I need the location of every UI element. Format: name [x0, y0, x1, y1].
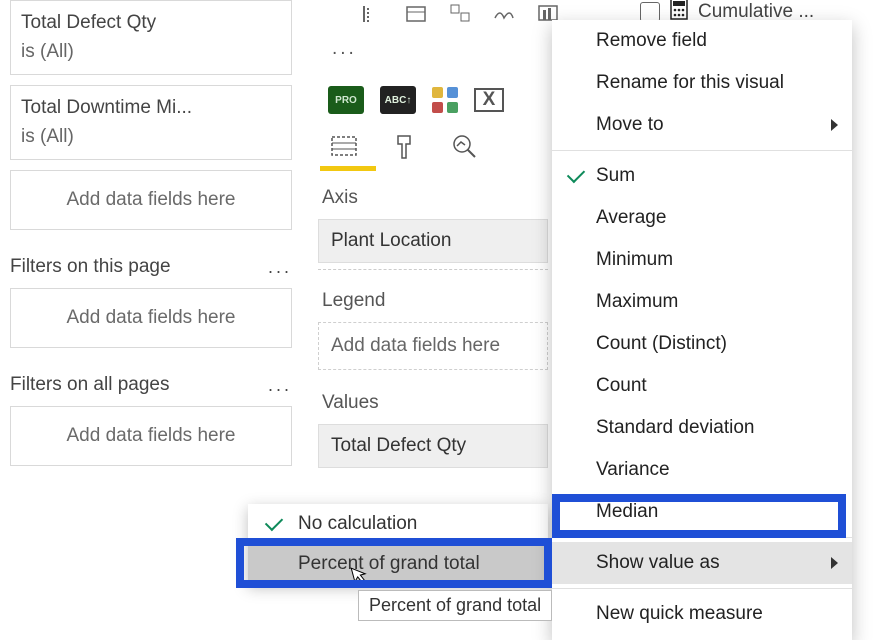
menu-item-average[interactable]: Average: [552, 197, 852, 239]
viz-icon[interactable]: [492, 2, 516, 32]
chevron-right-icon: [831, 119, 838, 131]
menu-item-variance[interactable]: Variance: [552, 449, 852, 491]
viz-icon[interactable]: [360, 2, 384, 32]
fields-tab-icon[interactable]: [328, 130, 360, 162]
analytics-tab-icon[interactable]: [448, 130, 480, 162]
legend-well-label: Legend: [318, 284, 548, 322]
menu-item-count-distinct[interactable]: Count (Distinct): [552, 323, 852, 365]
show-value-as-submenu: No calculation Percent of grand total: [248, 504, 548, 584]
menu-item-label: Show value as: [596, 552, 720, 574]
format-tab-icon[interactable]: [388, 130, 420, 162]
values-well-label: Values: [318, 386, 548, 424]
custom-visuals-row: PRO ABC↑ X: [318, 60, 548, 124]
filter-card-condition: is (All): [21, 123, 281, 152]
visual-tabs: [318, 124, 548, 162]
filters-page-header: Filters on this page ...: [10, 256, 292, 278]
custom-visual-squares[interactable]: [432, 87, 458, 113]
filters-allpages-dropzone[interactable]: Add data fields here: [10, 406, 292, 466]
filters-allpages-label: Filters on all pages: [10, 374, 169, 396]
filters-page-more-icon[interactable]: ...: [268, 257, 292, 278]
viz-toolbar: [318, 0, 548, 38]
checkbox-icon[interactable]: [640, 2, 660, 22]
menu-item-new-quick-measure[interactable]: New quick measure: [552, 593, 852, 635]
filter-card-downtime[interactable]: Total Downtime Mi... is (All): [10, 85, 292, 160]
filter-card-title: Total Defect Qty: [21, 9, 281, 38]
filter-card-condition: is (All): [21, 38, 281, 67]
filters-allpages-header: Filters on all pages ...: [10, 374, 292, 396]
active-tab-underline: [320, 166, 376, 171]
viz-icon[interactable]: [448, 2, 472, 32]
menu-item-count[interactable]: Count: [552, 365, 852, 407]
menu-separator: [552, 537, 852, 538]
menu-separator: [552, 588, 852, 589]
menu-item-stddev[interactable]: Standard deviation: [552, 407, 852, 449]
menu-separator: [552, 150, 852, 151]
chevron-right-icon: [831, 557, 838, 569]
custom-visual-abc[interactable]: ABC↑: [380, 86, 416, 114]
axis-drop-divider: [318, 269, 548, 270]
menu-item-maximum[interactable]: Maximum: [552, 281, 852, 323]
filter-card-title: Total Downtime Mi...: [21, 94, 281, 123]
menu-item-label: Move to: [596, 114, 664, 136]
menu-item-remove-field[interactable]: Remove field: [552, 20, 852, 62]
filters-page-dropzone[interactable]: Add data fields here: [10, 288, 292, 348]
custom-visual-pro[interactable]: PRO: [328, 86, 364, 114]
menu-item-move-to[interactable]: Move to: [552, 104, 852, 146]
filter-card-defect-qty[interactable]: Total Defect Qty is (All): [10, 0, 292, 75]
custom-visual-remove[interactable]: X: [474, 88, 504, 112]
filters-page-label: Filters on this page: [10, 256, 171, 278]
menu-item-minimum[interactable]: Minimum: [552, 239, 852, 281]
menu-item-sum[interactable]: Sum: [552, 155, 852, 197]
axis-field-plant-location[interactable]: Plant Location: [318, 219, 548, 263]
menu-item-rename[interactable]: Rename for this visual: [552, 62, 852, 104]
powerbi-panels: Total Defect Qty is (All) Total Downtime…: [0, 0, 876, 640]
menu-item-show-value-as[interactable]: Show value as: [552, 542, 852, 584]
field-context-menu: Remove field Rename for this visual Move…: [552, 20, 852, 640]
submenu-item-percent-grand-total[interactable]: Percent of grand total: [248, 544, 548, 584]
values-field-total-defect-qty[interactable]: Total Defect Qty: [318, 424, 548, 468]
filters-visual-dropzone[interactable]: Add data fields here: [10, 170, 292, 230]
axis-well-label: Axis: [318, 181, 548, 219]
viz-icon[interactable]: [404, 2, 428, 32]
legend-dropzone[interactable]: Add data fields here: [318, 322, 548, 370]
viz-gallery-more-icon[interactable]: ...: [318, 38, 548, 60]
submenu-item-no-calculation[interactable]: No calculation: [248, 504, 548, 544]
menu-item-median[interactable]: Median: [552, 491, 852, 533]
tooltip: Percent of grand total: [358, 590, 552, 621]
filters-allpages-more-icon[interactable]: ...: [268, 375, 292, 396]
